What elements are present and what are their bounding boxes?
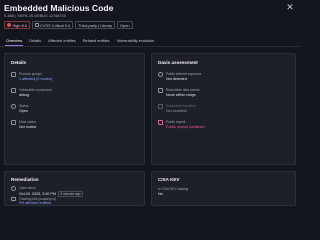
close-icon[interactable]: ✕: [285, 2, 295, 12]
status-label: Status: [19, 104, 29, 108]
mute-icon: [11, 120, 16, 125]
status-label: Open: [120, 22, 130, 28]
tab-divider: [0, 46, 300, 47]
page-title: Embedded Malicious Code: [4, 3, 114, 13]
tab-overview[interactable]: Overview: [3, 37, 25, 46]
tab-bar: Overview Details Affected entities Relat…: [3, 37, 158, 46]
davis-title: Davis assessment: [158, 60, 198, 65]
component-label: Vulnerable component: [19, 88, 52, 92]
badge-row: High 8.6 CVSS Critical 9.3 Third-party |…: [4, 21, 133, 29]
mute-label: Mute status: [19, 120, 37, 124]
status-icon: [11, 104, 16, 109]
exposure-value: Not detected: [166, 76, 187, 81]
exploit-label: Public exploit: [166, 120, 186, 124]
status-value: Open: [19, 108, 29, 113]
component-value: debug: [19, 92, 30, 97]
component-icon: [11, 88, 16, 93]
cisa-title: CISA KEV: [158, 177, 180, 182]
process-groups-label: Process groups: [19, 72, 42, 76]
type-badge: Third-party | Library: [75, 21, 116, 29]
cvss-badge: CVSS Critical 9.3: [32, 21, 74, 29]
severity-icon: [7, 23, 11, 27]
tab-affected-entities[interactable]: Affected entities: [45, 37, 79, 45]
cvss-label: CVSS Critical 9.3: [40, 22, 71, 28]
globe-icon: [158, 72, 163, 77]
tab-details[interactable]: Details: [26, 37, 44, 45]
open-since-chip: 5 minutes ago: [57, 190, 83, 197]
header: Embedded Malicious Code ✕ S-868 | SNYK-J…: [0, 0, 300, 38]
details-card: Details Process groups 1 affected (0 mut…: [4, 53, 145, 165]
cisa-card: CISA KEV In CISA KEV catalog No: [151, 171, 296, 206]
process-groups-link[interactable]: 1 affected (0 muted): [19, 77, 52, 81]
database-icon: [158, 88, 163, 93]
exploit-icon: [158, 120, 163, 125]
functions-value: Not available: [166, 108, 188, 113]
tab-related-entities[interactable]: Related entities: [80, 37, 113, 45]
severity-badge: High 8.6: [4, 21, 30, 29]
process-group-icon: [11, 72, 16, 77]
open-since-value: Oct 20, 2025, 3:40 PM 5 minutes ago: [19, 190, 83, 197]
open-since-label: Open since: [19, 186, 36, 190]
severity-label: High 8.6: [12, 22, 28, 28]
shield-icon: [35, 23, 39, 27]
tab-vulnerability-evolution[interactable]: Vulnerability evolution: [114, 37, 158, 45]
function-icon: [158, 104, 163, 109]
remediation-card: Remediation Open since Oct 20, 2025, 3:4…: [4, 171, 145, 206]
open-since-date: Oct 20, 2025, 3:40 PM: [19, 191, 56, 196]
clock-icon: [11, 186, 16, 191]
remediation-title: Remediation: [11, 177, 39, 182]
vulnerability-id: S-868 | SNYK-JS-DEBUG-12768745: [4, 14, 66, 18]
tracking-link[interactable]: 0% affected entities: [19, 201, 51, 205]
exposure-label: Public internet exposure: [166, 72, 202, 76]
type-label: Third-party | Library: [78, 22, 113, 28]
status-badge: Open: [117, 21, 133, 29]
davis-card: Davis assessment Public internet exposur…: [151, 53, 296, 165]
link-icon: [11, 197, 16, 201]
cisa-value: No: [158, 191, 163, 196]
exploit-value: Public exploit published: [166, 124, 205, 129]
cisa-label: In CISA KEV catalog: [158, 187, 189, 191]
mute-value: Not muted: [19, 124, 37, 129]
functions-label: Vulnerable functions: [166, 104, 196, 108]
assets-label: Reachable data assets: [166, 88, 200, 92]
details-title: Details: [11, 60, 27, 65]
assets-value: None within range: [166, 92, 196, 97]
